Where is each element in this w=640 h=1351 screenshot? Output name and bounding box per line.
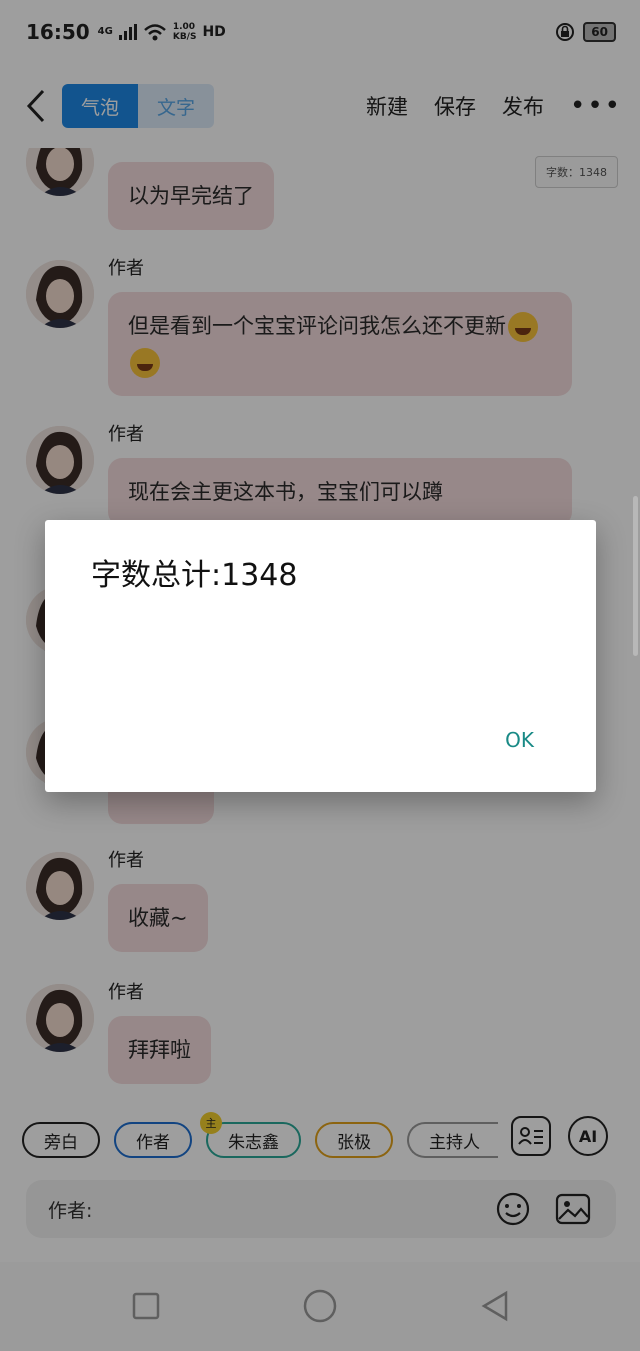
word-count-dialog: 字数总计:1348 OK — [45, 520, 596, 792]
scrollbar[interactable] — [633, 496, 638, 656]
dialog-message: 字数总计:1348 — [91, 558, 298, 593]
ok-button[interactable]: OK — [505, 728, 534, 752]
